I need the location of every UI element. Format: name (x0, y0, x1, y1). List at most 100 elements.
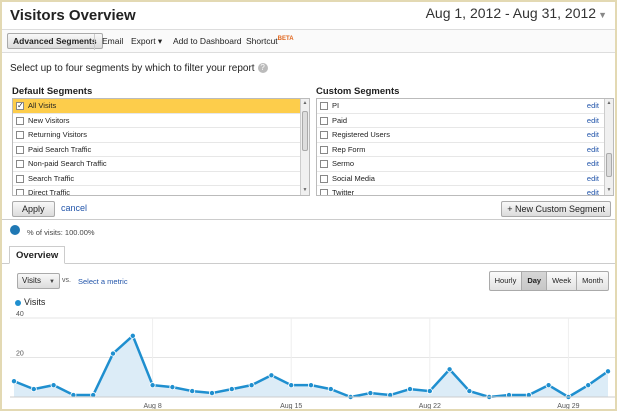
percent-of-visits: % of visits: 100.00% (27, 228, 95, 237)
default-segment-item[interactable]: Direct Traffic (13, 186, 309, 196)
segment-checkbox[interactable] (16, 145, 24, 154)
visits-point (50, 382, 57, 389)
visits-point (545, 382, 552, 389)
custom-segment-item[interactable]: Sermo edit (317, 157, 613, 172)
segment-checkbox[interactable] (16, 99, 24, 113)
segment-checkbox[interactable] (320, 189, 328, 195)
metric-dropdown[interactable]: Visits ▼ (17, 273, 60, 289)
segment-checkbox[interactable] (16, 116, 24, 125)
custom-segment-item[interactable]: Rep Form edit (317, 143, 613, 157)
y-tick-label: 40 (16, 311, 24, 318)
segment-label: All Visits (28, 101, 57, 110)
granularity-week-button[interactable]: Week (547, 271, 578, 291)
edit-segment-link[interactable]: edit (587, 186, 599, 195)
visits-point (585, 382, 592, 389)
visits-point (268, 372, 275, 379)
custom-segment-item[interactable]: Twitter edit (317, 186, 613, 196)
default-segment-item[interactable]: Paid Search Traffic (13, 143, 309, 157)
x-tick-label: Aug 29 (557, 403, 579, 410)
segment-checkbox[interactable] (16, 131, 24, 139)
segment-label: Search Traffic (28, 173, 75, 183)
scroll-up-icon[interactable]: ▲ (301, 99, 309, 108)
date-range-label: Aug 1, 2012 - Aug 31, 2012 (425, 5, 597, 21)
visits-point (327, 386, 334, 393)
visits-point (466, 388, 473, 395)
custom-segment-item[interactable]: Registered Users edit (317, 128, 613, 143)
scroll-thumb[interactable] (302, 111, 308, 151)
page-title: Visitors Overview (10, 7, 136, 24)
chevron-down-icon: ▼ (48, 279, 55, 285)
vs-label: vs. (62, 277, 71, 284)
segment-checkbox[interactable] (16, 189, 24, 195)
edit-segment-link[interactable]: edit (587, 128, 599, 142)
edit-segment-link[interactable]: edit (587, 99, 599, 113)
export-button[interactable]: Export ▾ (131, 36, 162, 47)
email-button[interactable]: Email (102, 36, 123, 46)
apply-button[interactable]: Apply (12, 201, 55, 217)
scroll-down-icon[interactable]: ▼ (605, 186, 613, 195)
visits-point (208, 390, 215, 397)
segment-label: Paid Search Traffic (28, 144, 92, 154)
default-segment-item[interactable]: New Visitors (13, 114, 309, 128)
segment-label: New Visitors (28, 115, 70, 125)
default-segment-item[interactable]: Non-paid Search Traffic (13, 157, 309, 172)
shortcut-label: Shortcut (246, 36, 278, 46)
default-segment-item[interactable]: Search Traffic (13, 172, 309, 186)
tab-bar-line (2, 263, 615, 264)
visits-point (605, 368, 612, 375)
segment-checkbox[interactable] (16, 160, 24, 168)
segment-label: Direct Traffic (28, 188, 70, 196)
add-to-dashboard-button[interactable]: Add to Dashboard (173, 36, 242, 46)
visits-chart: 20 40 Aug 8 Aug 15 Aug 22 Aug 29 (10, 311, 615, 410)
default-list-scrollbar[interactable]: ▲ ▼ (300, 99, 309, 195)
cancel-link[interactable]: cancel (61, 203, 87, 213)
visits-point (288, 382, 295, 389)
tab-overview[interactable]: Overview (9, 246, 66, 264)
custom-segment-item[interactable]: PI edit (317, 99, 613, 114)
custom-segment-item[interactable]: Paid edit (317, 114, 613, 128)
custom-list-scrollbar[interactable]: ▲ ▼ (604, 99, 613, 195)
granularity-hourly-button[interactable]: Hourly (488, 271, 523, 291)
default-segments-heading: Default Segments (12, 86, 93, 97)
visits-point (228, 386, 235, 393)
default-segment-item[interactable]: All Visits (13, 99, 309, 114)
granularity-toggle: Hourly Day Week Month (488, 271, 609, 291)
select-metric-link[interactable]: Select a metric (78, 277, 128, 286)
granularity-month-button[interactable]: Month (577, 271, 609, 291)
y-tick-label: 20 (16, 351, 24, 358)
scroll-down-icon[interactable]: ▼ (301, 186, 309, 195)
segment-instructions: Select up to four segments by which to f… (10, 63, 268, 74)
advanced-segments-button[interactable]: Advanced Segments (7, 33, 103, 49)
segment-checkbox[interactable] (320, 102, 328, 110)
help-icon[interactable]: ? (257, 63, 268, 74)
segment-checkbox[interactable] (320, 131, 328, 139)
scroll-up-icon[interactable]: ▲ (605, 99, 613, 108)
visits-point (248, 382, 255, 389)
shortcut-button[interactable]: ShortcutBETA (246, 36, 294, 46)
edit-segment-link[interactable]: edit (587, 114, 599, 128)
x-tick-label: Aug 8 (143, 403, 161, 410)
report-toolbar: Advanced Segments Email Export ▾ Add to … (2, 29, 615, 53)
new-custom-segment-button[interactable]: + New Custom Segment (501, 201, 611, 217)
scroll-thumb[interactable] (606, 153, 612, 177)
segment-label: Paid (332, 115, 348, 125)
x-tick-label: Aug 22 (419, 403, 441, 410)
date-range-picker[interactable]: Aug 1, 2012 - Aug 31, 2012 ▼ (426, 5, 607, 21)
segment-checkbox[interactable] (16, 174, 24, 183)
segment-checkbox[interactable] (320, 145, 328, 154)
visits-point (189, 388, 196, 395)
edit-segment-link[interactable]: edit (587, 157, 599, 171)
chart-legend: Visits (15, 297, 45, 307)
segment-checkbox[interactable] (320, 174, 328, 183)
edit-segment-link[interactable]: edit (587, 172, 599, 186)
custom-segments-heading: Custom Segments (316, 86, 400, 97)
metric-label: Visits (22, 276, 41, 285)
segment-checkbox[interactable] (320, 116, 328, 125)
default-segment-item[interactable]: Returning Visitors (13, 128, 309, 143)
granularity-day-button[interactable]: Day (522, 271, 548, 291)
segment-checkbox[interactable] (320, 160, 328, 168)
custom-segment-item[interactable]: Social Media edit (317, 172, 613, 186)
edit-segment-link[interactable]: edit (587, 143, 599, 157)
segment-label: Twitter (332, 188, 355, 196)
visits-point (129, 332, 136, 339)
